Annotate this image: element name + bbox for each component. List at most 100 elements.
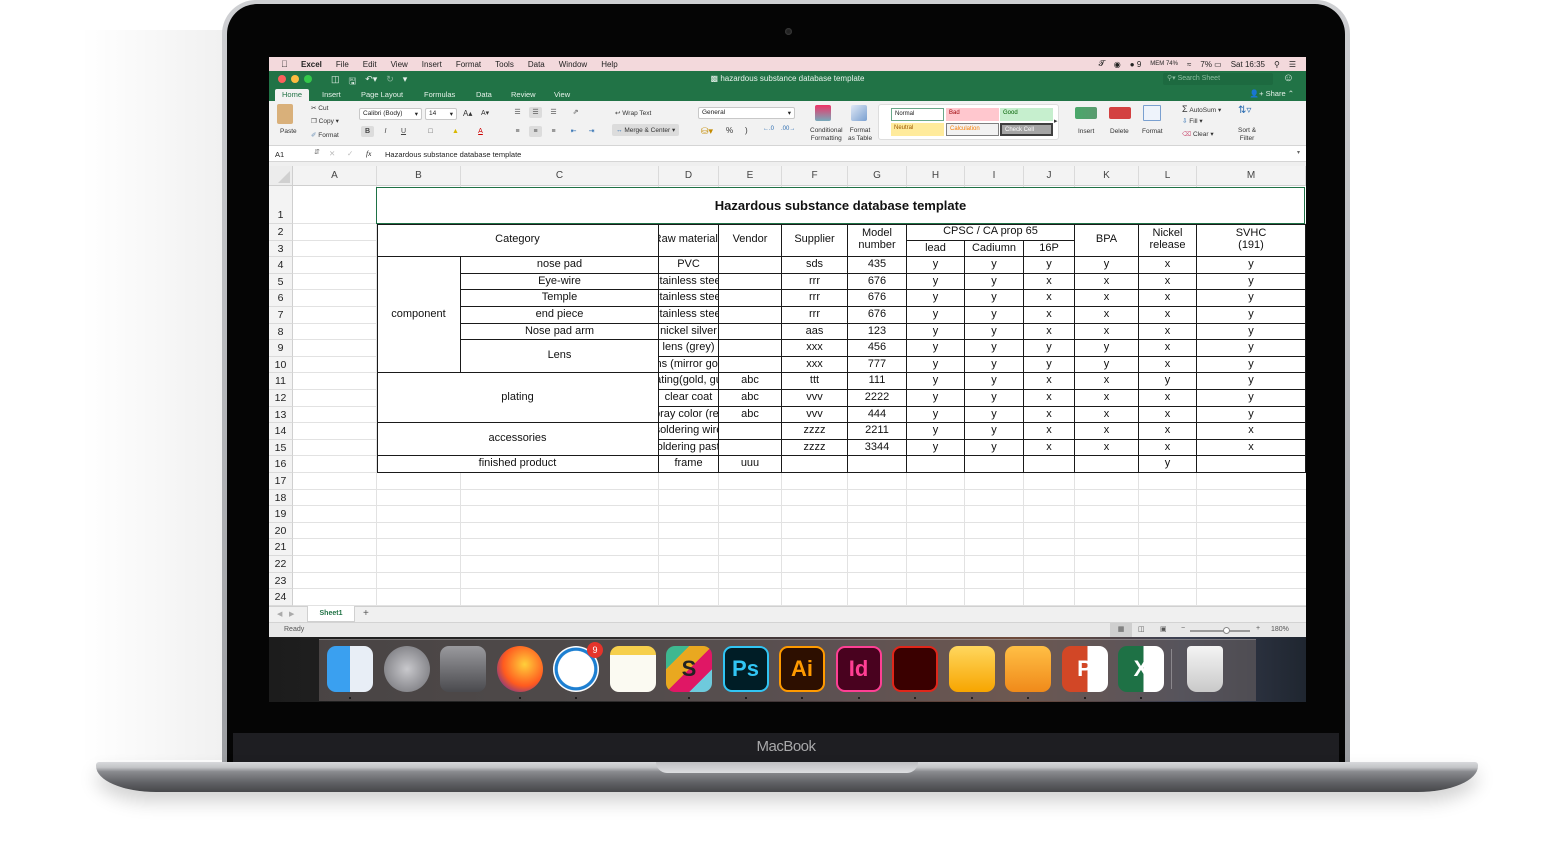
slack-icon[interactable]: S xyxy=(666,646,712,692)
cell-nickel[interactable]: x xyxy=(1139,440,1197,456)
memory-indicator[interactable]: MEM 74% xyxy=(1150,61,1178,67)
feedback-smiley-icon[interactable]: ☺ xyxy=(1283,72,1294,84)
select-all-button[interactable] xyxy=(269,166,293,186)
cell-svhc[interactable]: x xyxy=(1197,440,1306,456)
launchpad-icon[interactable] xyxy=(383,646,430,692)
cell-nickel[interactable]: x xyxy=(1139,290,1197,307)
cell-cadmium[interactable]: y xyxy=(965,324,1024,340)
row-header-1[interactable]: 1 xyxy=(269,186,293,224)
cell-supplier[interactable]: sds xyxy=(782,257,848,274)
underline-button[interactable]: U xyxy=(397,126,410,137)
cell-lead[interactable]: y xyxy=(907,373,965,390)
row-header-17[interactable]: 17 xyxy=(269,473,293,490)
menu-view[interactable]: View xyxy=(391,60,408,69)
subcomponent-cell[interactable]: Nose pad arm xyxy=(461,324,659,340)
menu-data[interactable]: Data xyxy=(528,60,545,69)
cell-svhc[interactable]: y xyxy=(1197,373,1306,390)
paste-button[interactable]: Paste xyxy=(280,128,297,135)
page-layout-view-icon[interactable]: ▣ xyxy=(1160,625,1167,633)
expand-formula-icon[interactable]: ▾ xyxy=(1297,149,1300,156)
font-name-select[interactable]: Calibri (Body) ▾ xyxy=(359,108,422,120)
header-cadmium[interactable]: Cadiumn xyxy=(965,241,1024,257)
cell-supplier[interactable]: zzzz xyxy=(782,440,848,456)
format-as-table-button[interactable]: Format as Table xyxy=(848,127,872,143)
align-bottom-icon[interactable]: ☰ xyxy=(547,107,560,118)
cell-cadmium[interactable]: y xyxy=(965,357,1024,373)
cell-supplier[interactable]: vvv xyxy=(782,390,848,407)
cell-material[interactable]: PVC xyxy=(659,257,719,274)
align-left-icon[interactable]: ≡ xyxy=(511,126,524,137)
system-preferences-icon[interactable] xyxy=(440,646,486,692)
cell-material[interactable]: lens (grey) xyxy=(659,340,719,357)
subcomponent-cell[interactable]: Temple xyxy=(461,290,659,307)
cell-lead[interactable]: y xyxy=(907,340,965,357)
cancel-icon[interactable]: ✕ xyxy=(329,149,335,158)
cell-svhc[interactable]: y xyxy=(1197,357,1306,373)
blimp-icon[interactable] xyxy=(1005,646,1051,692)
prev-sheet-icon[interactable]: ◀ xyxy=(277,610,282,618)
cell-nickel[interactable]: x xyxy=(1139,357,1197,373)
cell-bpa[interactable]: x xyxy=(1075,390,1139,407)
cell-cadmium[interactable]: y xyxy=(965,290,1024,307)
cell-material[interactable]: nickel silver xyxy=(659,324,719,340)
menu-tools[interactable]: Tools xyxy=(495,60,514,69)
text-icon[interactable]: 𝓣 xyxy=(1099,59,1105,69)
cell-lead[interactable]: y xyxy=(907,324,965,340)
cell-bpa[interactable]: x xyxy=(1075,324,1139,340)
cell-p16[interactable]: y xyxy=(1024,340,1075,357)
column-header-l[interactable]: L xyxy=(1139,166,1197,186)
menu-insert[interactable]: Insert xyxy=(422,60,442,69)
cell-cadmium[interactable]: y xyxy=(965,423,1024,440)
clear-button[interactable]: ⌫ Clear ▾ xyxy=(1182,130,1214,138)
sort-filter-icon[interactable]: ⇅▿ xyxy=(1238,105,1251,116)
battery-indicator[interactable]: 7% ▭ xyxy=(1200,60,1221,69)
cell-supplier[interactable]: ttt xyxy=(782,373,848,390)
cell-model[interactable]: 444 xyxy=(848,407,907,423)
row-header-6[interactable]: 6 xyxy=(269,290,293,307)
cell-lead[interactable]: y xyxy=(907,274,965,290)
cell-bpa[interactable]: x xyxy=(1075,373,1139,390)
sheet-tab-sheet1[interactable]: Sheet1 xyxy=(307,606,355,622)
header-svhc[interactable]: SVHC (191) xyxy=(1197,224,1306,257)
cell-svhc[interactable] xyxy=(1197,456,1306,473)
tab-page-layout[interactable]: Page Layout xyxy=(354,89,410,101)
sheet-title-cell[interactable]: Hazardous substance database template xyxy=(376,187,1305,224)
cell-vendor[interactable] xyxy=(719,324,782,340)
cell-bpa[interactable]: x xyxy=(1075,274,1139,290)
cell-p16[interactable]: x xyxy=(1024,274,1075,290)
fill-button[interactable]: ⇩ Fill ▾ xyxy=(1182,117,1203,125)
cell-nickel[interactable]: x xyxy=(1139,324,1197,340)
cell-supplier[interactable]: xxx xyxy=(782,357,848,373)
header-cpsc-group[interactable]: CPSC / CA prop 65 xyxy=(907,224,1075,241)
row-header-14[interactable]: 14 xyxy=(269,423,293,440)
cell-material[interactable]: clear coat xyxy=(659,390,719,407)
formula-input[interactable]: Hazardous substance database template xyxy=(385,150,521,159)
bold-button[interactable]: B xyxy=(361,126,374,137)
powerpoint-icon[interactable]: P xyxy=(1061,646,1108,692)
fill-color-icon[interactable]: ▲ xyxy=(449,126,462,137)
acrobat-icon[interactable] xyxy=(892,646,938,692)
notes-icon[interactable] xyxy=(609,646,656,692)
row-header-19[interactable]: 19 xyxy=(269,506,293,523)
cell-style-good[interactable]: Good xyxy=(1000,108,1053,121)
cell-material[interactable]: stainless steel xyxy=(659,274,719,290)
cut-button[interactable]: ✂ Cut xyxy=(311,104,328,112)
cell-nickel[interactable]: x xyxy=(1139,390,1197,407)
category-cell[interactable]: accessories xyxy=(377,423,659,456)
cell-vendor[interactable]: abc xyxy=(719,373,782,390)
header-nickel-release[interactable]: Nickel release xyxy=(1139,224,1197,257)
zoom-out-button[interactable]: − xyxy=(1181,625,1185,632)
menu-edit[interactable]: Edit xyxy=(363,60,377,69)
row-header-3[interactable]: 3 xyxy=(269,241,293,257)
notification-center-icon[interactable]: ☰ xyxy=(1289,60,1296,69)
italic-button[interactable]: I xyxy=(379,126,392,137)
cell-material[interactable]: frame xyxy=(659,456,719,473)
align-center-icon[interactable]: ≡ xyxy=(529,126,542,137)
cell-nickel[interactable]: x xyxy=(1139,340,1197,357)
cell-svhc[interactable]: y xyxy=(1197,390,1306,407)
cell-cadmium[interactable]: y xyxy=(965,407,1024,423)
category-cell[interactable]: finished product xyxy=(377,456,659,473)
cell-svhc[interactable]: y xyxy=(1197,407,1306,423)
cell-material[interactable]: stainless steel xyxy=(659,307,719,324)
column-header-a[interactable]: A xyxy=(293,166,377,186)
